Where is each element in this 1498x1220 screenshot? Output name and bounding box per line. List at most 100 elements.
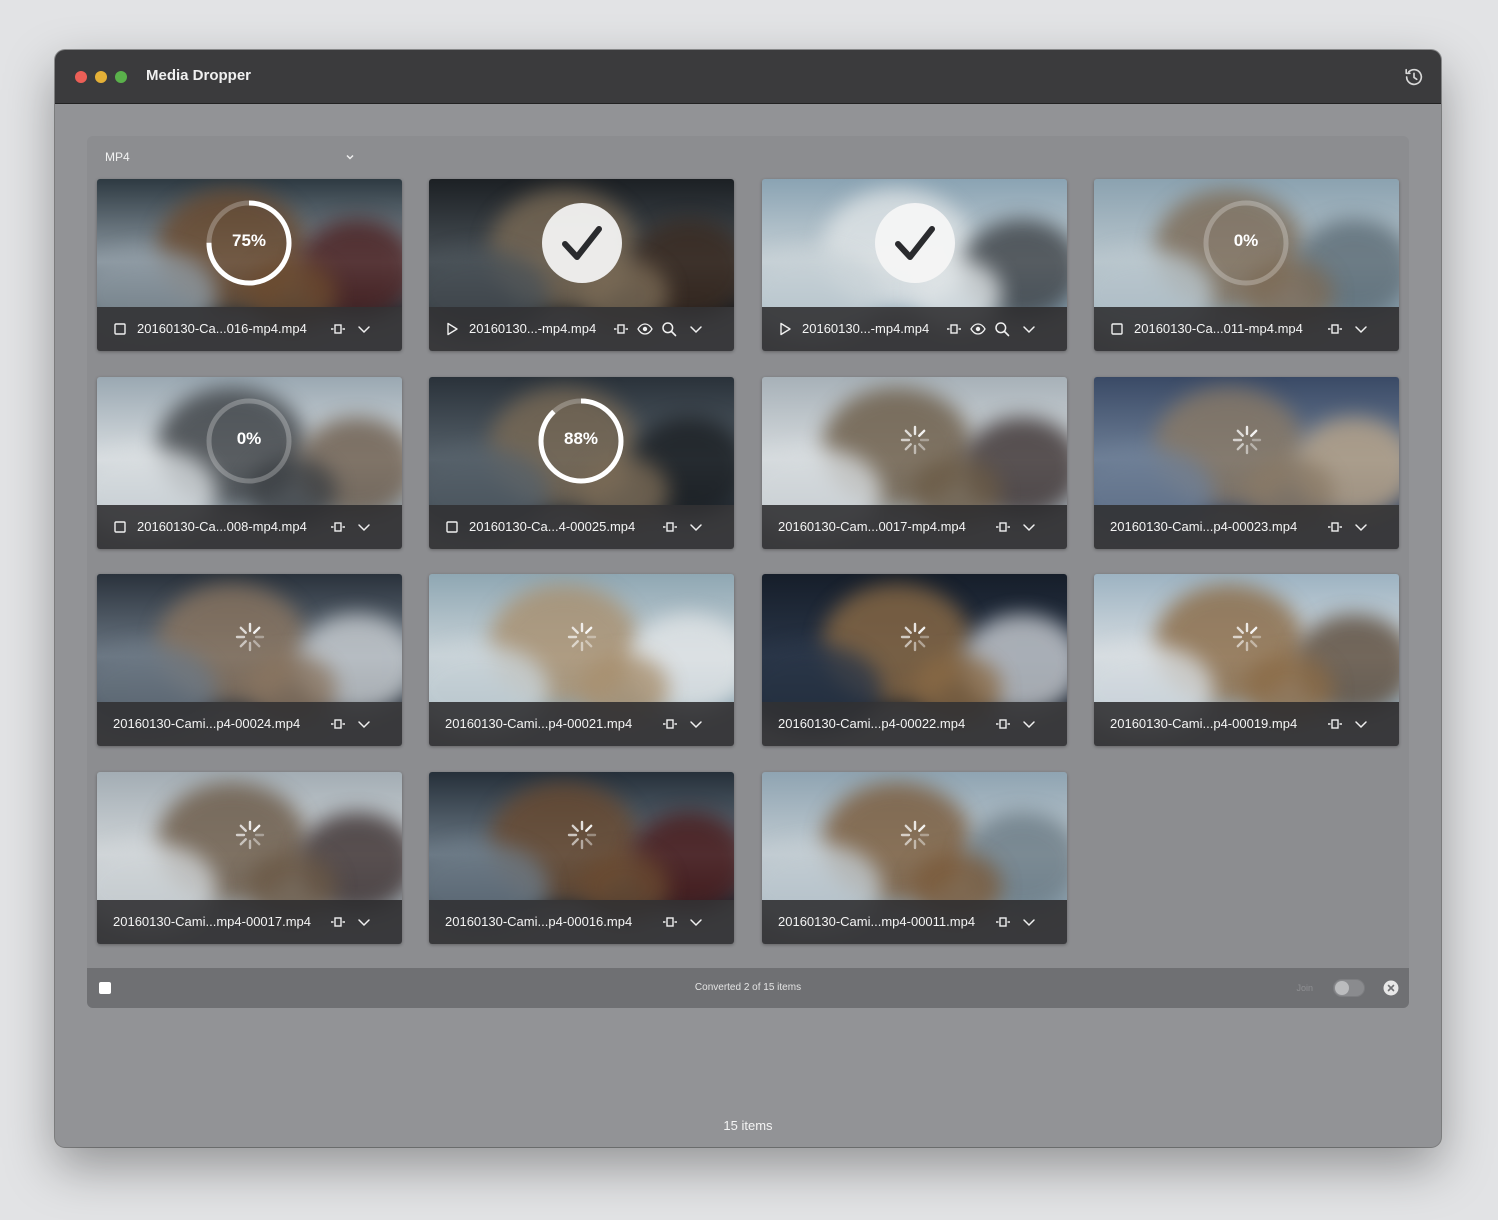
media-card[interactable]: 0% 20160130-Ca...008-mp4.mp4 bbox=[97, 377, 402, 549]
chevron-down-icon[interactable] bbox=[688, 914, 704, 930]
clear-icon[interactable] bbox=[1383, 980, 1399, 996]
zoom-window-button[interactable] bbox=[115, 71, 127, 83]
media-card[interactable]: 20160130...-mp4.mp4 bbox=[429, 179, 734, 351]
card-info-bar: 20160130-Cami...p4-00022.mp4 bbox=[762, 702, 1067, 746]
play-icon[interactable] bbox=[777, 321, 793, 337]
file-name: 20160130-Cami...p4-00019.mp4 bbox=[1110, 716, 1298, 731]
file-name: 20160130...-mp4.mp4 bbox=[802, 321, 930, 336]
chevron-down-icon[interactable] bbox=[356, 321, 372, 337]
file-name: 20160130-Ca...016-mp4.mp4 bbox=[137, 321, 307, 336]
media-panel: MP4 75% 20160130-Ca...016-mp4.mp4 20160130… bbox=[87, 136, 1409, 1008]
loading-spinner-icon bbox=[235, 622, 265, 652]
trim-icon[interactable] bbox=[330, 914, 346, 930]
file-name: 20160130-Ca...4-00025.mp4 bbox=[469, 519, 636, 534]
progress-ring: 88% bbox=[537, 397, 625, 485]
play-icon[interactable] bbox=[444, 321, 460, 337]
trim-icon[interactable] bbox=[1327, 716, 1343, 732]
checkmark-icon bbox=[875, 203, 955, 283]
loading-spinner-icon bbox=[900, 622, 930, 652]
trim-icon[interactable] bbox=[662, 914, 678, 930]
card-info-bar: 20160130...-mp4.mp4 bbox=[429, 307, 734, 351]
chevron-down-icon[interactable] bbox=[1353, 321, 1369, 337]
stop-icon[interactable] bbox=[112, 519, 128, 535]
media-card[interactable]: 20160130-Cam...0017-mp4.mp4 bbox=[762, 377, 1067, 549]
chevron-down-icon[interactable] bbox=[356, 716, 372, 732]
trim-icon[interactable] bbox=[662, 716, 678, 732]
conversion-status: Converted 2 of 15 items bbox=[694, 982, 802, 993]
media-card[interactable]: 20160130-Cami...p4-00022.mp4 bbox=[762, 574, 1067, 746]
stop-icon[interactable] bbox=[444, 519, 460, 535]
progress-ring: 75% bbox=[205, 199, 293, 287]
card-info-bar: 20160130-Cami...p4-00016.mp4 bbox=[429, 900, 734, 944]
chevron-down-icon[interactable] bbox=[688, 321, 704, 337]
file-name: 20160130-Cami...mp4-00017.mp4 bbox=[113, 914, 312, 929]
media-card[interactable]: 75% 20160130-Ca...016-mp4.mp4 bbox=[97, 179, 402, 351]
chevron-down-icon[interactable] bbox=[688, 519, 704, 535]
progress-percent: 0% bbox=[1233, 231, 1259, 250]
card-info-bar: 20160130-Ca...4-00025.mp4 bbox=[429, 505, 734, 549]
chevron-down-icon[interactable] bbox=[1353, 519, 1369, 535]
chevron-down-icon[interactable] bbox=[356, 519, 372, 535]
trim-icon[interactable] bbox=[995, 716, 1011, 732]
file-name: 20160130-Cami...p4-00021.mp4 bbox=[445, 716, 633, 731]
media-card[interactable]: 20160130-Cami...p4-00016.mp4 bbox=[429, 772, 734, 944]
chevron-down-icon[interactable] bbox=[1021, 321, 1037, 337]
chevron-down-icon[interactable] bbox=[688, 716, 704, 732]
eye-icon[interactable] bbox=[637, 321, 653, 337]
card-info-bar: 20160130-Ca...016-mp4.mp4 bbox=[97, 307, 402, 351]
trim-icon[interactable] bbox=[1327, 519, 1343, 535]
media-card[interactable]: 20160130-Cami...p4-00019.mp4 bbox=[1094, 574, 1399, 746]
chevron-down-icon bbox=[346, 154, 354, 160]
media-card[interactable]: 20160130-Cami...mp4-00011.mp4 bbox=[762, 772, 1067, 944]
file-name: 20160130...-mp4.mp4 bbox=[469, 321, 597, 336]
stop-icon[interactable] bbox=[112, 321, 128, 337]
media-card[interactable]: 88% 20160130-Ca...4-00025.mp4 bbox=[429, 377, 734, 549]
loading-spinner-icon bbox=[900, 820, 930, 850]
eye-icon[interactable] bbox=[970, 321, 986, 337]
join-label: Join bbox=[1296, 983, 1313, 993]
chevron-down-icon[interactable] bbox=[1021, 914, 1037, 930]
media-card[interactable]: 20160130...-mp4.mp4 bbox=[762, 179, 1067, 351]
file-name: 20160130-Ca...011-mp4.mp4 bbox=[1134, 321, 1303, 336]
trim-icon[interactable] bbox=[330, 716, 346, 732]
file-name: 20160130-Cami...p4-00024.mp4 bbox=[113, 716, 301, 731]
file-name: 20160130-Cam...0017-mp4.mp4 bbox=[778, 519, 966, 534]
card-info-bar: 20160130-Cami...mp4-00011.mp4 bbox=[762, 900, 1067, 944]
file-name: 20160130-Cami...mp4-00011.mp4 bbox=[778, 914, 976, 929]
status-bar: Converted 2 of 15 items Join bbox=[87, 968, 1409, 1008]
trim-icon[interactable] bbox=[662, 519, 678, 535]
chevron-down-icon[interactable] bbox=[1021, 716, 1037, 732]
media-card[interactable]: 20160130-Cami...p4-00021.mp4 bbox=[429, 574, 734, 746]
card-info-bar: 20160130-Cami...p4-00019.mp4 bbox=[1094, 702, 1399, 746]
trim-icon[interactable] bbox=[613, 321, 629, 337]
trim-icon[interactable] bbox=[330, 321, 346, 337]
app-window: Media Dropper MP4 75% 20160130-Ca...016-m… bbox=[55, 50, 1441, 1147]
card-info-bar: 20160130-Cami...p4-00024.mp4 bbox=[97, 702, 402, 746]
media-card[interactable]: 0% 20160130-Ca...011-mp4.mp4 bbox=[1094, 179, 1399, 351]
search-icon[interactable] bbox=[994, 321, 1010, 337]
trim-icon[interactable] bbox=[330, 519, 346, 535]
card-info-bar: 20160130-Cam...0017-mp4.mp4 bbox=[762, 505, 1067, 549]
progress-ring: 0% bbox=[205, 397, 293, 485]
media-card[interactable]: 20160130-Cami...mp4-00017.mp4 bbox=[97, 772, 402, 944]
close-window-button[interactable] bbox=[75, 71, 87, 83]
search-icon[interactable] bbox=[661, 321, 677, 337]
media-card[interactable]: 20160130-Cami...p4-00024.mp4 bbox=[97, 574, 402, 746]
trim-icon[interactable] bbox=[995, 519, 1011, 535]
chevron-down-icon[interactable] bbox=[1021, 519, 1037, 535]
progress-percent: 75% bbox=[231, 231, 267, 250]
join-toggle[interactable] bbox=[1333, 979, 1365, 997]
history-icon[interactable] bbox=[1403, 66, 1425, 88]
chevron-down-icon[interactable] bbox=[1353, 716, 1369, 732]
chevron-down-icon[interactable] bbox=[356, 914, 372, 930]
stop-icon[interactable] bbox=[1109, 321, 1125, 337]
trim-icon[interactable] bbox=[995, 914, 1011, 930]
checkmark-icon bbox=[542, 203, 622, 283]
format-dropdown[interactable]: MP4 bbox=[105, 146, 355, 168]
format-dropdown-value: MP4 bbox=[105, 150, 130, 164]
trim-icon[interactable] bbox=[946, 321, 962, 337]
minimize-window-button[interactable] bbox=[95, 71, 107, 83]
media-card[interactable]: 20160130-Cami...p4-00023.mp4 bbox=[1094, 377, 1399, 549]
trim-icon[interactable] bbox=[1327, 321, 1343, 337]
card-info-bar: 20160130...-mp4.mp4 bbox=[762, 307, 1067, 351]
